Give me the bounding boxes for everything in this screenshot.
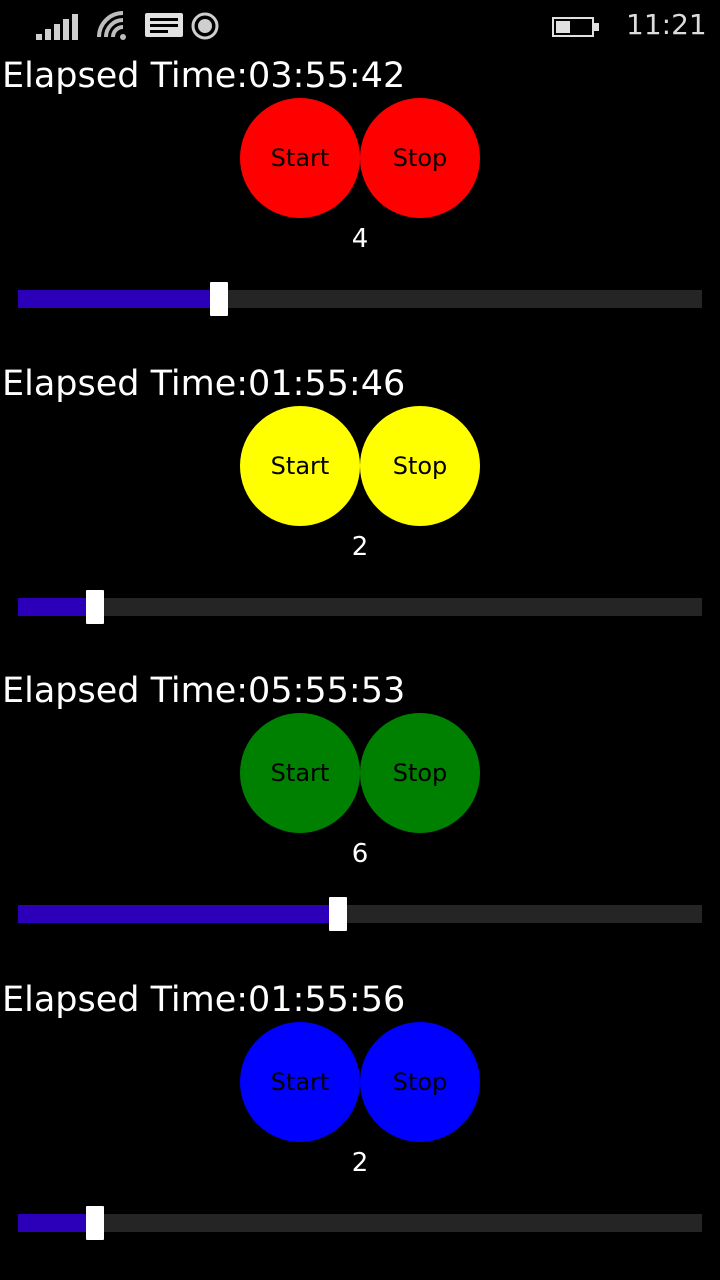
slider-thumb[interactable] (329, 897, 347, 931)
start-button[interactable]: Start (240, 406, 360, 526)
timer-block-2: Elapsed Time:01:55:46 Start Stop 2 (0, 364, 720, 644)
message-icon (145, 13, 183, 37)
timer-block-1: Elapsed Time:03:55:42 Start Stop 4 (0, 56, 720, 336)
start-button[interactable]: Start (240, 98, 360, 218)
slider-value: 2 (351, 532, 369, 562)
slider-fill (18, 598, 86, 616)
elapsed-time-label: Elapsed Time:05:55:53 (2, 671, 406, 711)
timer-block-4: Elapsed Time:01:55:56 Start Stop 2 (0, 980, 720, 1260)
signal-strength-icon (36, 14, 80, 40)
slider-value: 6 (351, 839, 369, 869)
slider-value: 4 (351, 224, 369, 254)
value-slider[interactable] (18, 282, 702, 316)
value-slider[interactable] (18, 590, 702, 624)
slider-thumb[interactable] (210, 282, 228, 316)
slider-thumb[interactable] (86, 590, 104, 624)
elapsed-time-label: Elapsed Time:01:55:56 (2, 980, 406, 1020)
slider-thumb[interactable] (86, 1206, 104, 1240)
slider-fill (18, 905, 329, 923)
start-button[interactable]: Start (240, 1022, 360, 1142)
stop-button[interactable]: Stop (360, 98, 480, 218)
elapsed-time-label: Elapsed Time:01:55:46 (2, 364, 406, 404)
value-slider[interactable] (18, 1206, 702, 1240)
stop-button[interactable]: Stop (360, 1022, 480, 1142)
stop-button[interactable]: Stop (360, 713, 480, 833)
location-icon (191, 12, 219, 40)
wifi-icon (97, 11, 126, 40)
slider-fill (18, 290, 210, 308)
slider-fill (18, 1214, 86, 1232)
slider-value: 2 (351, 1148, 369, 1178)
timer-block-3: Elapsed Time:05:55:53 Start Stop 6 (0, 671, 720, 951)
start-button[interactable]: Start (240, 713, 360, 833)
value-slider[interactable] (18, 897, 702, 931)
status-bar: 11:21 (0, 0, 720, 52)
status-clock: 11:21 (626, 8, 707, 41)
stop-button[interactable]: Stop (360, 406, 480, 526)
battery-icon (552, 17, 599, 37)
elapsed-time-label: Elapsed Time:03:55:42 (2, 56, 406, 96)
